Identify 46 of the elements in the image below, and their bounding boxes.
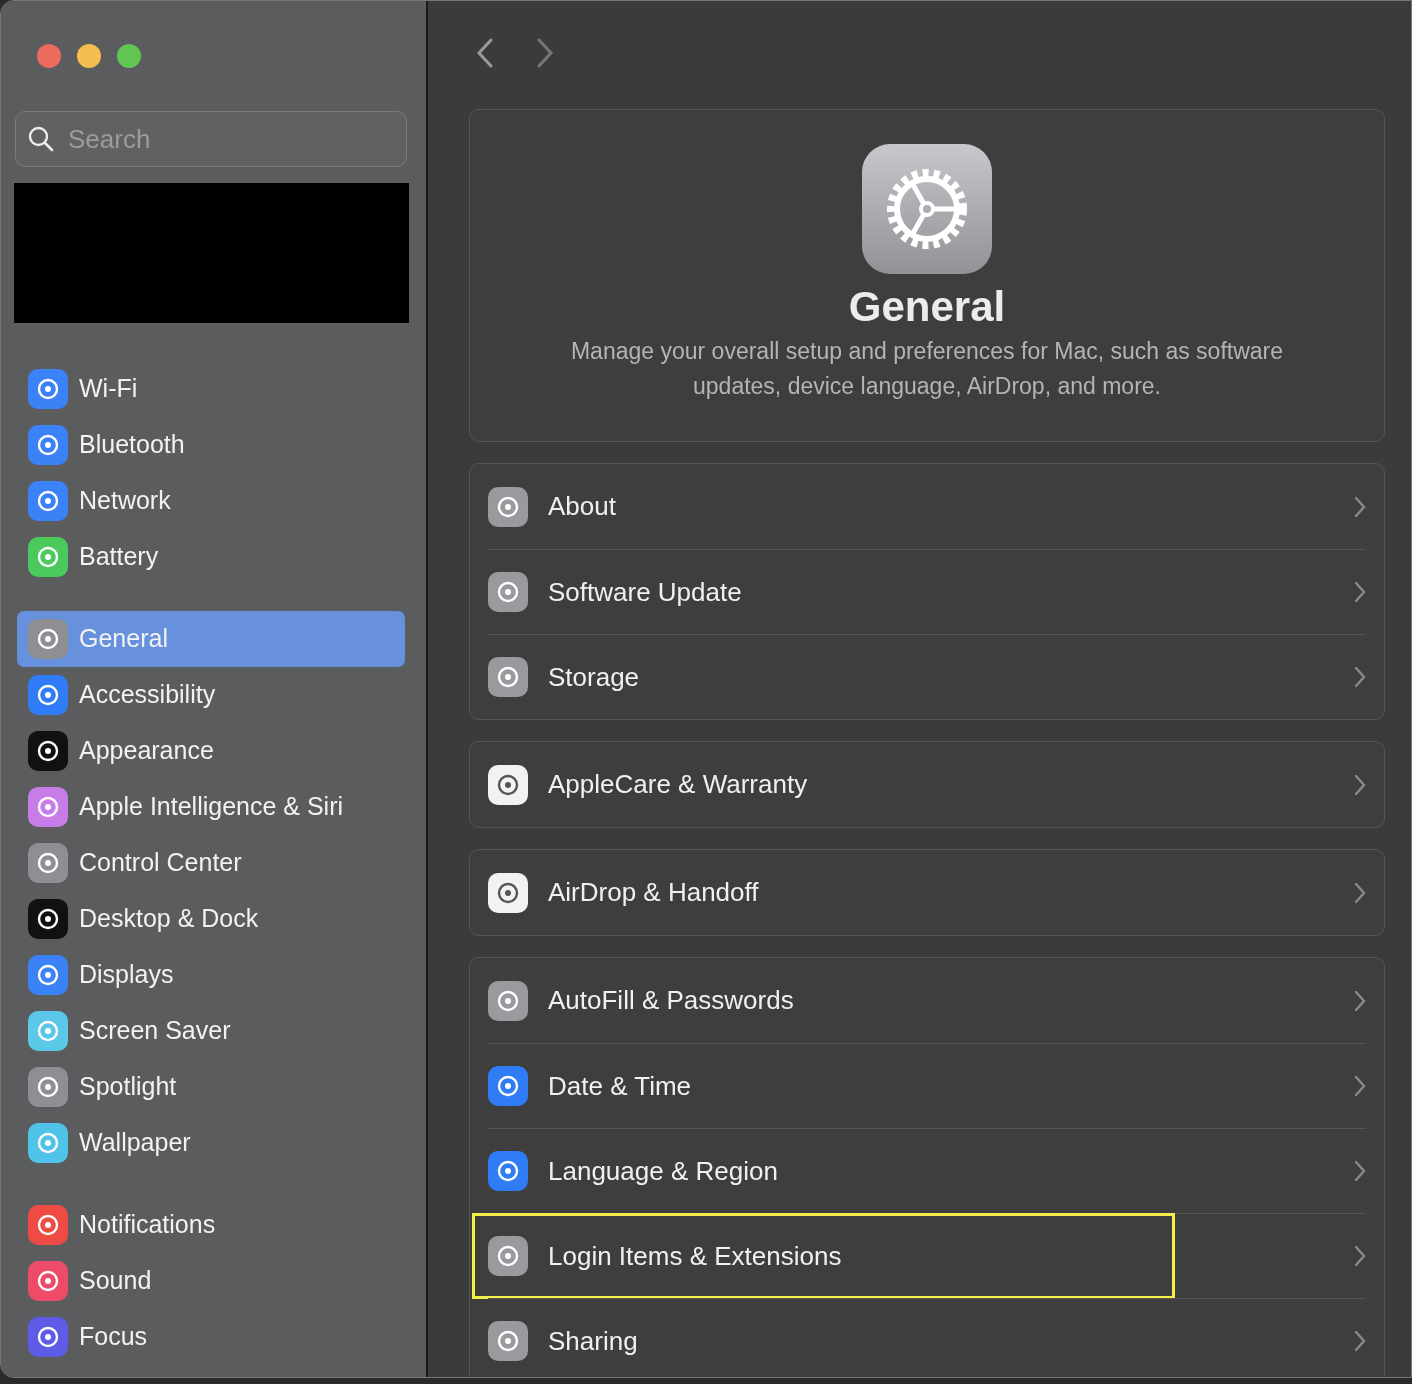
settings-row[interactable]: Login Items & Extensions [488, 1213, 1366, 1299]
settings-row[interactable]: Sharing [488, 1298, 1366, 1377]
settings-row[interactable]: Software Update [488, 549, 1366, 635]
sidebar-item[interactable]: Sound [17, 1253, 405, 1309]
sidebar-item[interactable]: Network [17, 473, 405, 529]
window-control-button[interactable] [117, 44, 141, 68]
sidebar-item[interactable]: Notifications [17, 1197, 405, 1253]
forward-icon[interactable] [535, 37, 555, 69]
back-icon[interactable] [475, 37, 495, 69]
sidebar-item[interactable]: Bluetooth [17, 417, 405, 473]
gear-icon [862, 144, 992, 274]
settings-row[interactable]: AutoFill & Passwords [488, 958, 1366, 1044]
sidebar-item[interactable]: Battery [17, 529, 405, 585]
chevron-right-icon [1354, 581, 1366, 604]
chevron-right-icon [1354, 495, 1366, 518]
settings-row[interactable]: AppleCare & Warranty [488, 742, 1366, 828]
sidebar-item[interactable]: Wi-Fi [17, 361, 405, 417]
sidebar-item[interactable]: Spotlight [17, 1059, 405, 1115]
settings-row[interactable]: About [488, 464, 1366, 550]
chevron-right-icon [1354, 666, 1366, 689]
chevron-right-icon [1354, 1160, 1366, 1183]
chevron-right-icon [1354, 773, 1366, 796]
sidebar-item[interactable]: Control Center [17, 835, 405, 891]
search-field[interactable]: Search [15, 111, 407, 167]
settings-row[interactable]: Date & Time [488, 1043, 1366, 1129]
settings-row[interactable]: Language & Region [488, 1128, 1366, 1214]
sidebar-item[interactable]: Screen Saver [17, 1003, 405, 1059]
chevron-right-icon [1354, 1330, 1366, 1353]
page-description: Manage your overall setup and preferences for Mac, such as software updates, device language, AirDrop, and more. [569, 337, 1285, 401]
search-icon [28, 126, 54, 152]
sidebar-item[interactable]: Focus [17, 1309, 405, 1365]
chevron-right-icon [1354, 1075, 1366, 1098]
window-control-button[interactable] [77, 44, 101, 68]
window-control-button[interactable] [37, 44, 61, 68]
sidebar-item[interactable]: Accessibility [17, 667, 405, 723]
chevron-right-icon [1354, 881, 1366, 904]
sidebar-item[interactable]: Appearance [17, 723, 405, 779]
page-title: General [847, 284, 1007, 331]
chevron-right-icon [1354, 989, 1366, 1012]
chevron-right-icon [1354, 1245, 1366, 1268]
settings-row[interactable]: AirDrop & Handoff [488, 850, 1366, 936]
sidebar-item[interactable]: Desktop & Dock [17, 891, 405, 947]
settings-row[interactable]: Storage [488, 634, 1366, 720]
sidebar-item[interactable]: Displays [17, 947, 405, 1003]
sidebar-item[interactable]: Apple Intelligence & Siri [17, 779, 405, 835]
sidebar-item[interactable]: Wallpaper [17, 1115, 405, 1171]
